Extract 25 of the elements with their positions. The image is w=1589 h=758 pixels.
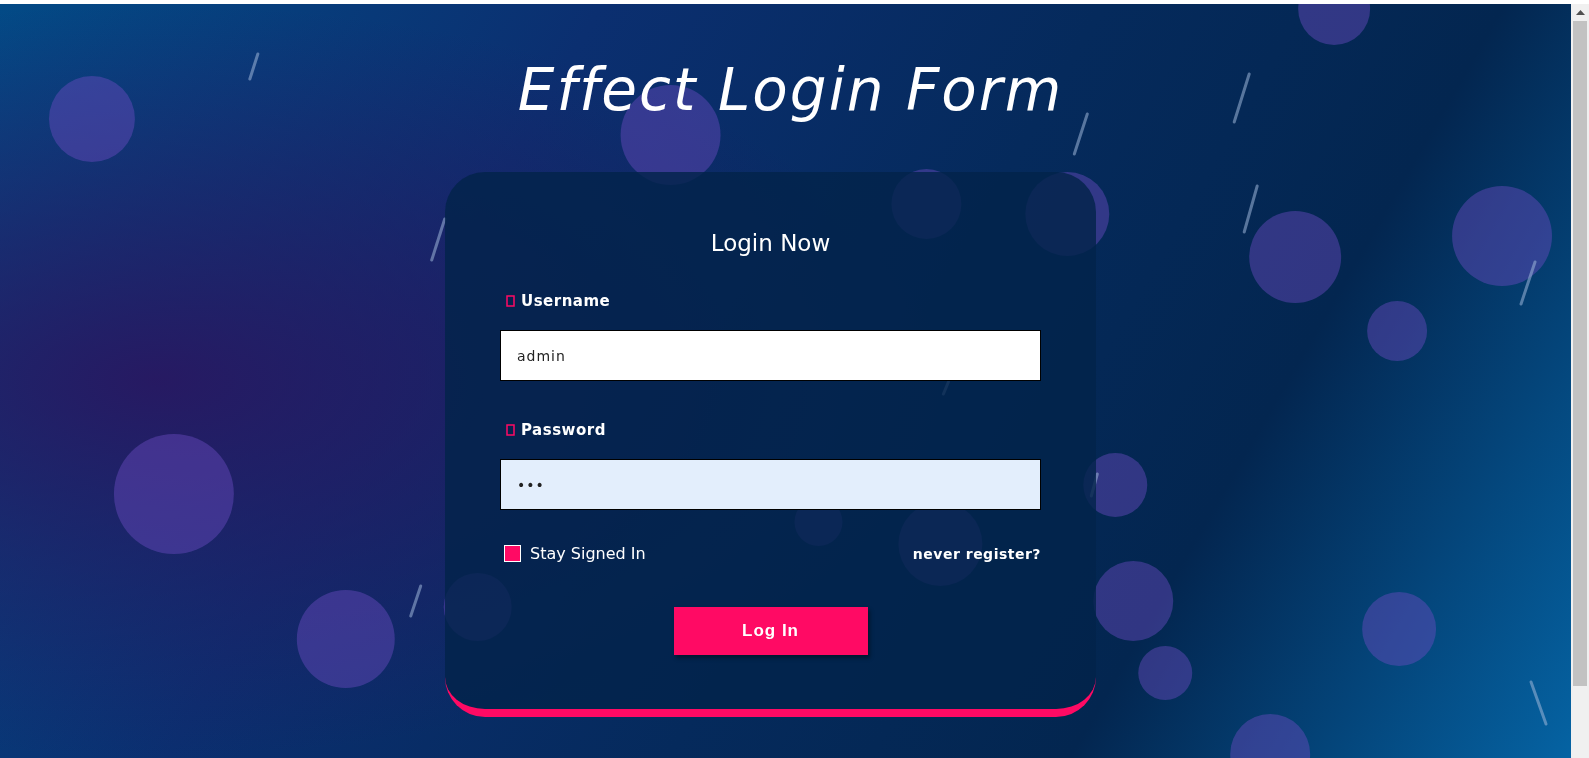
rain-streak [430,217,447,262]
user-placeholder-icon [506,295,515,307]
login-button[interactable]: Log In [673,607,868,655]
checkbox-label: Stay Signed In [530,544,646,563]
field-label: Username [521,292,611,310]
rain-streak [409,584,423,618]
checkbox[interactable] [504,545,521,562]
register-link[interactable]: never register? [912,545,1041,562]
username-field[interactable]: admin [500,330,1041,381]
bubble [1367,301,1428,361]
page-title: Effect Login Form [517,55,1064,126]
scroll-up-icon[interactable] [1575,10,1585,15]
lock-placeholder-icon [506,424,515,436]
rain-streak [248,52,260,81]
scrollbar[interactable] [1571,4,1589,758]
rain-streak [1072,112,1089,156]
scrollbar-thumb[interactable] [1573,21,1587,686]
password-field[interactable]: ••• [500,459,1041,510]
rain-streak [1519,260,1537,306]
rain-streak [1232,72,1251,124]
rain-streak [1242,184,1259,234]
form-heading: Login Now [709,230,832,256]
field-label: Password [521,421,606,439]
bubble [1138,646,1193,700]
rain-streak [1529,680,1548,726]
